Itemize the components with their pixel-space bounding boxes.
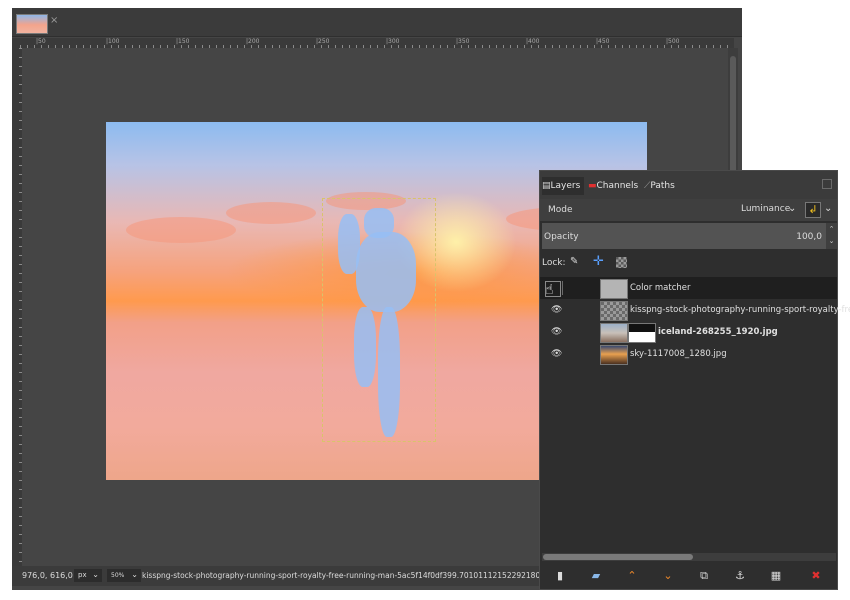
raise-layer-icon[interactable]: ⌃ xyxy=(624,568,640,584)
mouse-pointer-icon: ☝ xyxy=(545,282,554,298)
dock-tab-bar: ▤Layers ▬Channels ⟋Paths xyxy=(540,171,837,199)
lower-layer-icon[interactable]: ⌄ xyxy=(660,568,676,584)
ruler-label: |150 xyxy=(176,38,190,45)
ruler-label: |300 xyxy=(386,38,400,45)
image-tab-bar: × xyxy=(12,8,742,37)
layer-thumbnail xyxy=(600,345,628,365)
ruler-label: |200 xyxy=(246,38,260,45)
add-mask-icon[interactable]: ▦ xyxy=(768,568,784,584)
chevron-down-icon: ⌄ xyxy=(92,570,99,579)
opacity-value: 100,0 xyxy=(796,232,822,242)
mode-select[interactable]: Luminance xyxy=(741,204,790,214)
opacity-slider[interactable]: Opacity 100,0 xyxy=(542,223,826,249)
layer-name[interactable]: Color matcher xyxy=(630,283,691,293)
layers-toolbar: ▮ ▰ ⌃ ⌄ ⧉ ⚓ ▦ ✖ xyxy=(540,563,837,589)
delete-layer-icon[interactable]: ✖ xyxy=(808,568,824,584)
layer-row[interactable]: 👁 kisspng-stock-photography-running-spor… xyxy=(540,299,850,321)
layers-scroll-thumb[interactable] xyxy=(543,554,693,560)
tab-channels[interactable]: ▬Channels xyxy=(588,177,638,195)
pointer-coordinates: 976,0, 616,0 xyxy=(22,571,73,580)
layers-icon: ▤ xyxy=(542,181,551,191)
chevron-down-icon: ⌄ xyxy=(131,570,138,579)
new-layer-icon[interactable]: ▮ xyxy=(552,568,568,584)
tab-paths-label: Paths xyxy=(650,181,675,191)
dock-menu-button[interactable] xyxy=(822,179,832,189)
ruler-corner[interactable] xyxy=(12,38,20,48)
lock-pixels-icon[interactable]: ✎ xyxy=(570,256,578,267)
layer-name[interactable]: sky-1117008_1280.jpg xyxy=(630,349,727,359)
mode-label: Mode xyxy=(548,205,573,215)
new-layer-group-icon[interactable]: ▰ xyxy=(588,568,604,584)
tab-paths[interactable]: ⟋Paths xyxy=(644,177,684,195)
chain-toggle[interactable] xyxy=(562,281,563,295)
layer-mask-thumbnail[interactable] xyxy=(628,323,656,343)
selection-marquee[interactable] xyxy=(322,198,436,442)
opacity-spin-buttons[interactable]: ⌃ ⌄ xyxy=(826,223,837,249)
layer-thumbnail xyxy=(600,323,628,343)
ruler-label: |350 xyxy=(456,38,470,45)
layer-mode-row: Mode Luminance ⌄ ↲ ⌄ xyxy=(540,199,837,221)
lock-position-icon[interactable]: ✛ xyxy=(593,254,604,269)
image-tab-thumbnail[interactable] xyxy=(16,14,48,34)
vertical-ruler[interactable] xyxy=(12,48,22,568)
eye-icon[interactable]: 👁 xyxy=(551,349,562,359)
chevron-down-icon[interactable]: ⌄ xyxy=(788,203,796,214)
lock-alpha-icon[interactable] xyxy=(616,257,627,268)
eye-icon[interactable]: 👁 xyxy=(551,327,562,337)
status-filename: kisspng-stock-photography-running-sport-… xyxy=(142,571,540,580)
cloud-shape xyxy=(226,202,316,224)
unit-select[interactable]: px ⌄ xyxy=(74,569,102,582)
duplicate-layer-icon[interactable]: ⧉ xyxy=(696,568,712,584)
tab-layers[interactable]: ▤Layers xyxy=(542,177,584,195)
layer-row[interactable]: 👁 iceland-268255_1920.jpg xyxy=(540,321,837,343)
close-tab-icon[interactable]: × xyxy=(50,16,60,26)
ruler-label: |250 xyxy=(316,38,330,45)
unit-value: px xyxy=(78,571,87,579)
layer-row[interactable]: Color matcher xyxy=(540,277,837,299)
eye-icon[interactable]: 👁 xyxy=(551,305,562,315)
tab-layers-label: Layers xyxy=(550,181,581,191)
layer-thumbnail xyxy=(600,279,628,299)
tab-channels-label: Channels xyxy=(596,181,639,191)
layers-horizontal-scrollbar[interactable] xyxy=(542,553,836,561)
chevron-down-icon[interactable]: ⌄ xyxy=(824,203,832,214)
status-bar: 976,0, 616,0 px ⌄ 50% ⌄ kisspng-stock-ph… xyxy=(12,566,542,586)
channels-icon: ▬ xyxy=(588,181,597,191)
lock-row: Lock: ✎ ✛ xyxy=(540,253,837,273)
ruler-label: |50 xyxy=(36,38,46,45)
layer-name[interactable]: kisspng-stock-photography-running-sport-… xyxy=(630,305,850,315)
ruler-label: |450 xyxy=(596,38,610,45)
opacity-label: Opacity xyxy=(544,232,579,242)
zoom-value: 50% xyxy=(111,572,125,579)
cloud-shape xyxy=(126,217,236,243)
anchor-layer-icon[interactable]: ⚓ xyxy=(732,568,748,584)
layers-dock: ▤Layers ▬Channels ⟋Paths Mode Luminance … xyxy=(539,170,850,590)
layer-row[interactable]: 👁 sky-1117008_1280.jpg xyxy=(540,343,837,365)
ruler-label: |400 xyxy=(526,38,540,45)
composite-mode-icon[interactable]: ↲ xyxy=(805,202,821,218)
lock-label: Lock: xyxy=(542,258,566,268)
zoom-select[interactable]: 50% ⌄ xyxy=(107,569,141,582)
horizontal-ruler[interactable]: |50 |100 |150 |200 |250 |300 |350 |400 |… xyxy=(20,38,734,48)
ruler-label: |500 xyxy=(666,38,680,45)
layer-thumbnail xyxy=(600,301,628,321)
layer-name[interactable]: iceland-268255_1920.jpg xyxy=(658,327,778,337)
ruler-label: |100 xyxy=(106,38,120,45)
